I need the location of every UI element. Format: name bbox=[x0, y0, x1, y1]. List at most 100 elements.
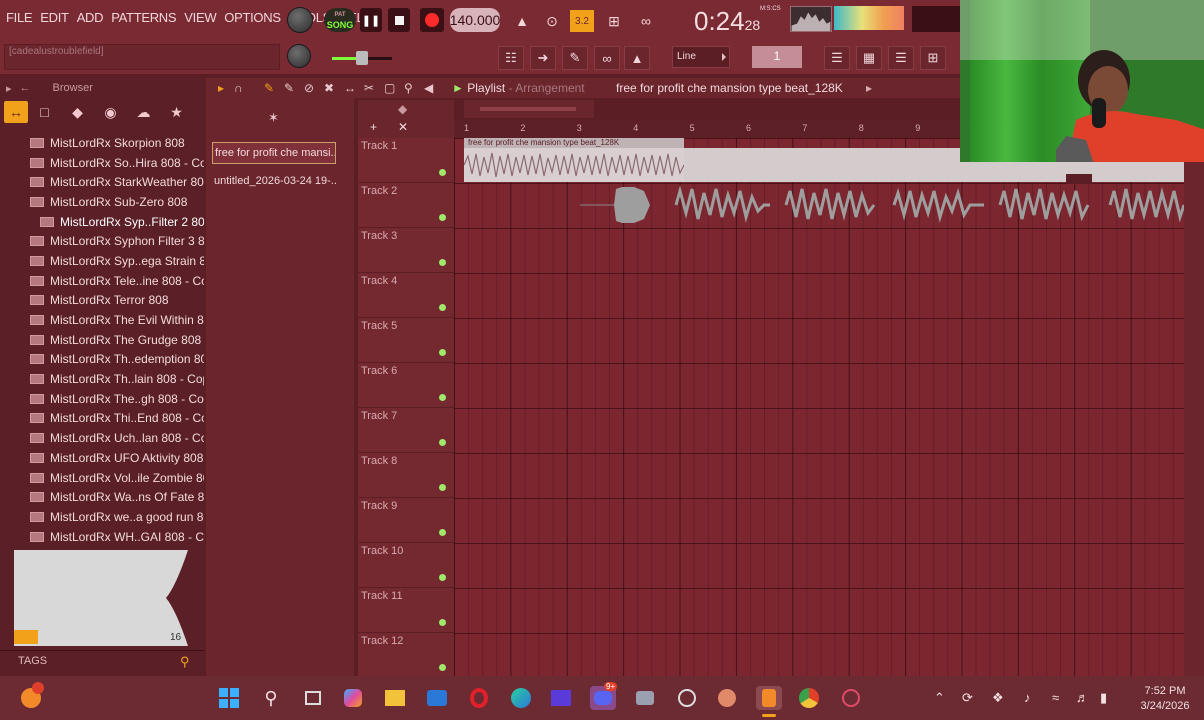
browser-file-item[interactable]: MistLordRx Vol..ile Zombie 808 bbox=[0, 468, 204, 488]
piano-roll-button[interactable]: ☷ bbox=[498, 46, 524, 70]
edge-icon[interactable] bbox=[508, 686, 534, 710]
countdown-icon[interactable]: 3.2 bbox=[570, 10, 594, 32]
master-volume-knob[interactable] bbox=[287, 7, 313, 33]
step-edit-icon[interactable]: ⊞ bbox=[602, 10, 626, 32]
track-enable-led[interactable] bbox=[439, 304, 446, 311]
track-enable-led[interactable] bbox=[439, 259, 446, 266]
mute-tool-icon[interactable]: ✖ bbox=[324, 81, 334, 95]
browser-file-item[interactable]: MistLordRx Syphon Filter 3 808 bbox=[0, 231, 204, 251]
menu-edit[interactable]: EDIT bbox=[40, 10, 69, 25]
current-pattern-name[interactable]: free for profit che mansion type beat_12… bbox=[616, 81, 843, 95]
next-button[interactable]: ➜ bbox=[530, 46, 556, 70]
microphone-icon[interactable]: ♪ bbox=[1024, 690, 1031, 705]
snap-select[interactable]: Line bbox=[672, 46, 730, 68]
video-editor-icon[interactable] bbox=[548, 686, 574, 710]
clip-marker[interactable] bbox=[1066, 174, 1092, 184]
track-enable-led[interactable] bbox=[439, 214, 446, 221]
track-header[interactable]: Track 10 bbox=[358, 543, 454, 588]
track-enable-led[interactable] bbox=[439, 349, 446, 356]
track-header[interactable]: Track 7 bbox=[358, 408, 454, 453]
plugin-button[interactable]: ⊞ bbox=[920, 46, 946, 70]
cloud-icon[interactable]: ☁ bbox=[127, 101, 160, 123]
track-enable-led[interactable] bbox=[439, 574, 446, 581]
track-header[interactable]: Track 3 bbox=[358, 228, 454, 273]
browser-file-item[interactable]: MistLordRx Skorpion 808 bbox=[0, 133, 204, 153]
chrome-icon[interactable] bbox=[796, 686, 822, 710]
loop-record-icon[interactable]: ∞ bbox=[634, 10, 658, 32]
opera-icon[interactable] bbox=[466, 686, 492, 710]
track-header[interactable]: Track 9 bbox=[358, 498, 454, 543]
link-button[interactable]: ∞ bbox=[594, 46, 620, 70]
pencil-button[interactable]: ✎ bbox=[562, 46, 588, 70]
track-header[interactable]: Track 6 bbox=[358, 363, 454, 408]
star-icon[interactable]: ★ bbox=[160, 101, 193, 123]
close-icon[interactable]: ✕ bbox=[398, 120, 408, 134]
track-header[interactable]: Track 11 bbox=[358, 588, 454, 633]
wifi-icon[interactable]: ≈ bbox=[1052, 690, 1059, 705]
delete-tool-icon[interactable]: ⊘ bbox=[304, 81, 314, 95]
game-icon[interactable] bbox=[714, 686, 740, 710]
browser-file-item[interactable]: MistLordRx Sub-Zero 808 bbox=[0, 192, 204, 212]
track-enable-led[interactable] bbox=[439, 664, 446, 671]
sync-icon[interactable]: ⟳ bbox=[962, 690, 973, 706]
track-header[interactable]: Track 2 bbox=[358, 183, 454, 228]
slice-tool-icon[interactable]: ✂ bbox=[364, 81, 374, 95]
battery-icon[interactable]: ▮ bbox=[1100, 690, 1107, 706]
menu-patterns[interactable]: PATTERNS bbox=[111, 10, 176, 25]
pitch-knob[interactable] bbox=[287, 44, 311, 68]
pattern-item[interactable]: untitled_2026-03-24 19-.. bbox=[212, 171, 336, 193]
preview-play-button[interactable] bbox=[14, 630, 38, 644]
plugin-db-icon[interactable]: ◆ bbox=[61, 101, 94, 123]
search-icon[interactable]: ⚲ bbox=[258, 686, 284, 710]
plus-icon[interactable]: + bbox=[370, 120, 377, 134]
system-clock[interactable]: 7:52 PM 3/24/2026 bbox=[1132, 684, 1198, 714]
scroll-overview[interactable] bbox=[464, 100, 594, 118]
browser-file-item[interactable]: MistLordRx The Grudge 808 bbox=[0, 330, 204, 350]
track-enable-led[interactable] bbox=[439, 169, 446, 176]
mail-icon[interactable] bbox=[424, 686, 450, 710]
browser-file-item[interactable]: MistLordRx Th..lain 808 - Copy bbox=[0, 369, 204, 389]
speaker-icon[interactable]: ♬ bbox=[1076, 690, 1089, 705]
pencil-tool-icon[interactable]: ✎ bbox=[264, 81, 274, 95]
menu-options[interactable]: OPTIONS bbox=[224, 10, 281, 25]
track-enable-led[interactable] bbox=[439, 439, 446, 446]
tempo-display[interactable]: 140.000 bbox=[450, 8, 500, 32]
pattern-item[interactable]: free for profit che mansi.. bbox=[212, 142, 336, 164]
wait-input-icon[interactable]: ⊙ bbox=[540, 10, 564, 32]
record-button[interactable] bbox=[420, 8, 444, 32]
magnet-icon[interactable]: ∩ bbox=[234, 81, 243, 95]
chevron-right-icon[interactable]: ▸ bbox=[6, 82, 12, 95]
menu-add[interactable]: ADD bbox=[77, 10, 104, 25]
speaker-tool-icon[interactable]: ◀ bbox=[424, 81, 433, 95]
track-header[interactable]: Track 1 bbox=[358, 138, 454, 183]
chevron-up-icon[interactable]: ⌃ bbox=[934, 690, 945, 706]
scroll-thumb[interactable] bbox=[480, 107, 576, 111]
clock-app-icon[interactable] bbox=[674, 686, 700, 710]
browser-file-item[interactable]: MistLordRx Thi..End 808 - Copy bbox=[0, 409, 204, 429]
camera-icon[interactable] bbox=[632, 686, 658, 710]
obs-icon[interactable] bbox=[838, 686, 864, 710]
all-files-icon[interactable]: ↔ bbox=[4, 101, 28, 123]
stop-button[interactable] bbox=[388, 8, 410, 32]
file-explorer-icon[interactable] bbox=[382, 686, 408, 710]
track-enable-led[interactable] bbox=[439, 619, 446, 626]
slider-handle[interactable] bbox=[356, 51, 368, 65]
browser-file-item[interactable]: MistLordRx So..Hira 808 - Copy bbox=[0, 153, 204, 173]
globe-icon[interactable]: ◉ bbox=[94, 101, 127, 123]
menu-view[interactable]: VIEW bbox=[184, 10, 216, 25]
arrow-right-icon[interactable]: ▸ bbox=[218, 81, 224, 95]
browser-file-item[interactable]: MistLordRx Terror 808 bbox=[0, 291, 204, 311]
stamp-button[interactable]: ▲ bbox=[624, 46, 650, 70]
file-icon[interactable]: □ bbox=[28, 101, 61, 123]
audio-clip[interactable]: free for profit che mansion type beat_12… bbox=[464, 138, 684, 182]
track-enable-led[interactable] bbox=[439, 484, 446, 491]
channel-rack-button[interactable]: ▦ bbox=[856, 46, 882, 70]
step-input[interactable]: 1 bbox=[752, 46, 802, 68]
browser-file-item[interactable]: MistLordRx WH..GAI 808 - Copy bbox=[0, 527, 204, 547]
piano-icon[interactable]: ◆ bbox=[398, 102, 407, 116]
select-tool-icon[interactable]: ▢ bbox=[384, 81, 395, 95]
zoom-tool-icon[interactable]: ⚲ bbox=[404, 81, 413, 95]
track-header[interactable]: Track 12 bbox=[358, 633, 454, 678]
browser-file-item[interactable]: MistLordRx Syp..ega Strain 808 bbox=[0, 251, 204, 271]
track-header[interactable]: Track 8 bbox=[358, 453, 454, 498]
